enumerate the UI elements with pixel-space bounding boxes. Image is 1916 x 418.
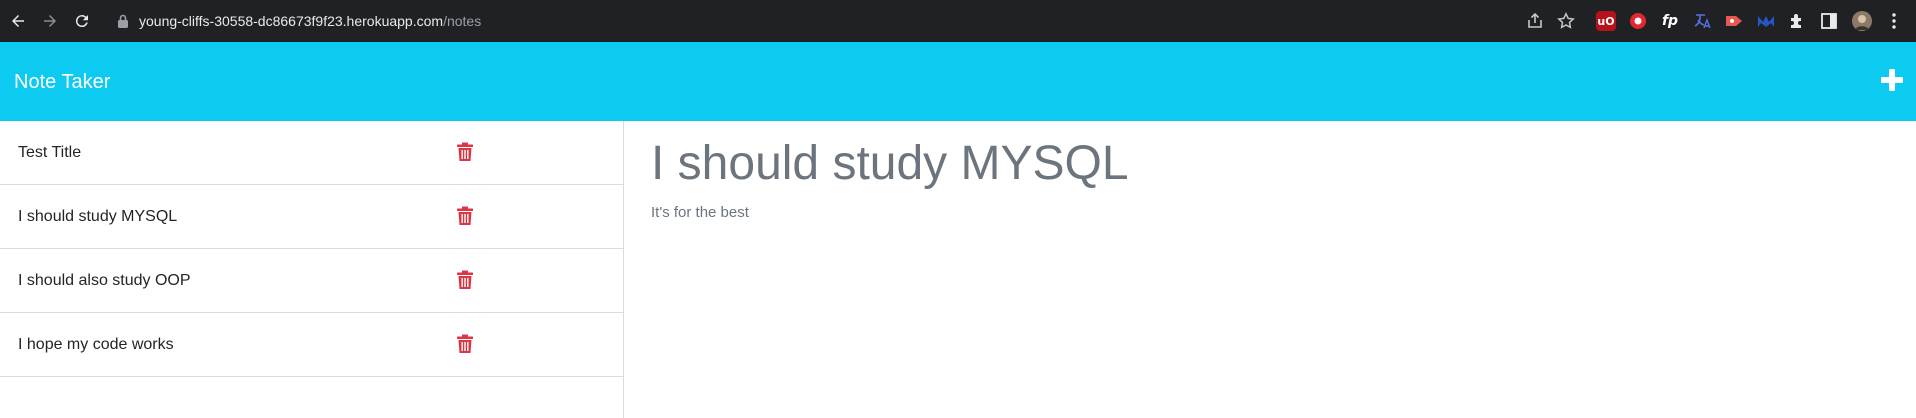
back-icon[interactable] <box>6 9 30 33</box>
note-list-title[interactable]: Test Title <box>18 143 81 163</box>
side-panel-icon[interactable] <box>1819 11 1839 31</box>
translate-extension-icon[interactable] <box>1692 11 1712 31</box>
app-navbar: Note Taker <box>0 42 1916 121</box>
trash-icon[interactable] <box>456 206 474 226</box>
notes-list: Test Title I should study MYSQL I should… <box>0 121 624 418</box>
note-title-input[interactable]: I should study MYSQL <box>651 135 1129 193</box>
ublock-label: uO <box>1597 14 1615 28</box>
fp-label: fp <box>1661 13 1679 29</box>
red-circle-extension-icon[interactable] <box>1628 11 1648 31</box>
forward-icon[interactable] <box>38 9 62 33</box>
note-list-title[interactable]: I should also study OOP <box>18 271 191 291</box>
lock-icon[interactable] <box>116 13 130 29</box>
list-item[interactable]: I should study MYSQL <box>0 185 623 249</box>
trash-icon[interactable] <box>456 334 474 354</box>
ublock-extension-icon[interactable]: uO <box>1596 11 1616 31</box>
note-editor: I should study MYSQL It's for the best <box>625 121 1916 418</box>
note-list-title[interactable]: I hope my code works <box>18 335 174 355</box>
profile-avatar-icon[interactable] <box>1852 11 1872 31</box>
url-text[interactable]: young-cliffs-30558-dc86673f9f23.herokuap… <box>139 12 481 30</box>
fp-extension-icon[interactable]: fp <box>1660 11 1680 31</box>
note-list-title[interactable]: I should study MYSQL <box>18 207 177 227</box>
app-title[interactable]: Note Taker <box>14 70 110 94</box>
share-icon[interactable] <box>1526 12 1544 30</box>
trash-icon[interactable] <box>456 142 474 162</box>
browser-toolbar: young-cliffs-30558-dc86673f9f23.herokuap… <box>0 0 1916 42</box>
note-textarea[interactable]: It's for the best <box>651 203 749 223</box>
trash-icon[interactable] <box>456 270 474 290</box>
url-path: /notes <box>443 13 482 29</box>
video-extension-icon[interactable] <box>1724 11 1744 31</box>
extensions-puzzle-icon[interactable] <box>1787 11 1807 31</box>
list-item[interactable]: I hope my code works <box>0 313 623 377</box>
bookmark-star-icon[interactable] <box>1557 12 1575 30</box>
url-host: young-cliffs-30558-dc86673f9f23.herokuap… <box>139 13 444 29</box>
malwarebytes-extension-icon[interactable] <box>1756 11 1776 31</box>
browser-menu-icon[interactable] <box>1884 11 1904 31</box>
reload-icon[interactable] <box>70 9 94 33</box>
address-bar[interactable]: young-cliffs-30558-dc86673f9f23.herokuap… <box>106 4 1586 38</box>
list-item[interactable]: Test Title <box>0 121 623 185</box>
plus-icon[interactable] <box>1881 69 1903 91</box>
list-item[interactable]: I should also study OOP <box>0 249 623 313</box>
